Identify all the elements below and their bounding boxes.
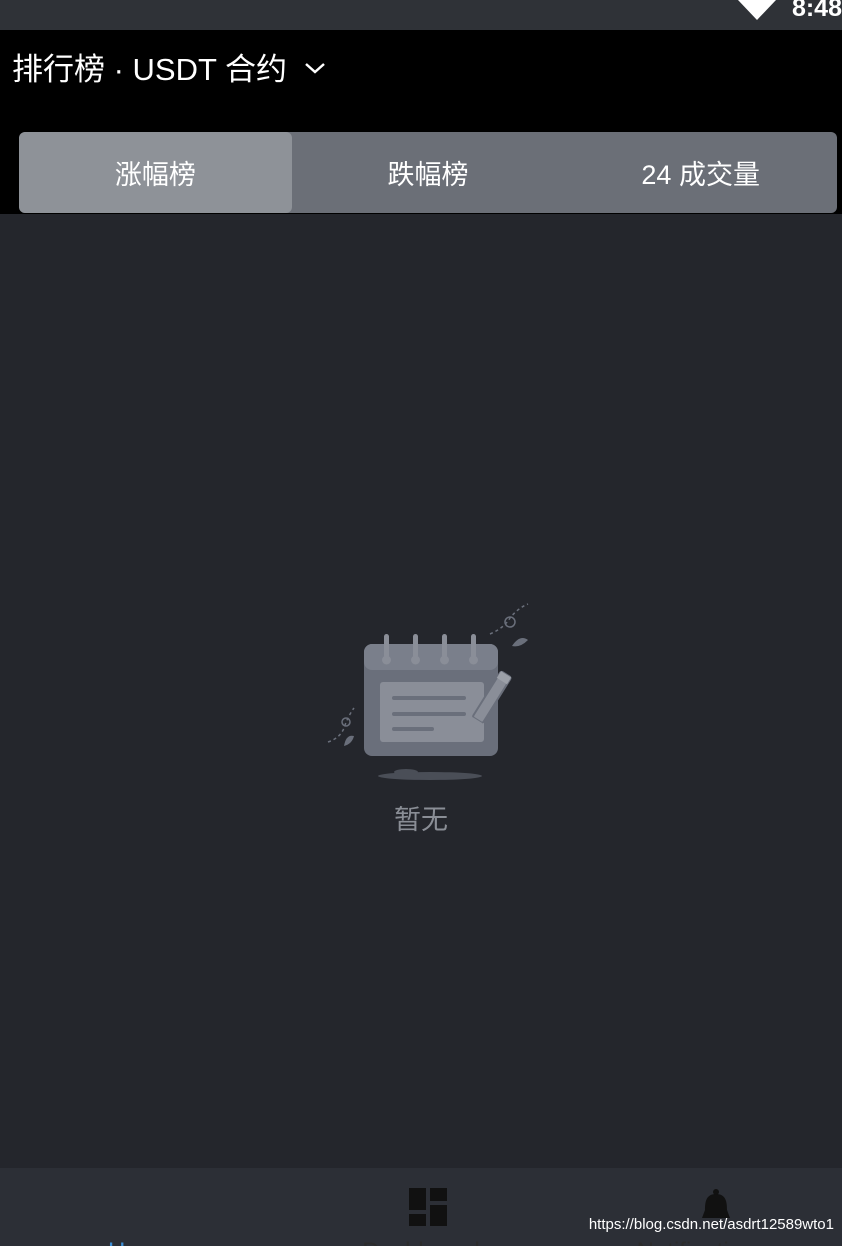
dashboard-icon (409, 1188, 447, 1226)
tab-volume[interactable]: 24 成交量 (564, 132, 837, 213)
app-header: 排行榜 · USDT 合约 涨幅榜 跌幅榜 24 成交量 (0, 30, 842, 214)
tab-gainers-label: 涨幅榜 (114, 160, 196, 190)
chevron-down-icon (305, 63, 325, 74)
nav-item-notifications[interactable]: Notifications (562, 1168, 842, 1246)
status-bar: 8:48 (0, 0, 842, 30)
ranking-tabs: 涨幅榜 跌幅榜 24 成交量 (19, 132, 837, 213)
bottom-nav: Home Dashboard Notifications https://blo… (0, 1168, 842, 1246)
tab-losers-label: 跌幅榜 (387, 160, 469, 190)
tab-losers[interactable]: 跌幅榜 (292, 132, 565, 213)
nav-item-dashboard[interactable]: Dashboard (281, 1168, 561, 1246)
tab-volume-label: 24 成交量 (641, 160, 760, 190)
empty-notepad-icon (327, 603, 529, 780)
page-title: 排行榜 · USDT 合约 (12, 51, 287, 87)
nav-item-home[interactable]: Home (0, 1168, 280, 1246)
wifi-icon (738, 0, 776, 20)
market-selector[interactable]: 排行榜 · USDT 合约 (12, 46, 327, 87)
watermark: https://blog.csdn.net/asdrt12589wto1 (588, 1216, 834, 1233)
tab-gainers[interactable]: 涨幅榜 (19, 132, 292, 213)
nav-dashboard-label: Dashboard (281, 1238, 561, 1246)
status-time: 8:48 (791, 0, 842, 22)
empty-state-text: 暂无 (394, 805, 448, 835)
nav-home-label: Home (0, 1238, 280, 1246)
nav-notifications-label: Notifications (562, 1238, 842, 1246)
